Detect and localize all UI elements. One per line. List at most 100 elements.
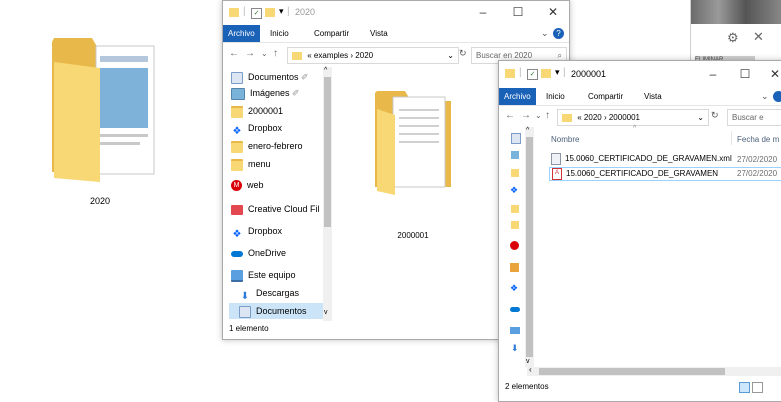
new-folder-icon[interactable] xyxy=(265,8,275,17)
tab-inicio[interactable]: Inicio xyxy=(265,25,294,42)
nav-item-imagenes[interactable]: Imágenes ✐ xyxy=(231,85,300,101)
back-arrow-icon[interactable]: ← xyxy=(505,110,515,121)
creative-cloud-icon[interactable] xyxy=(510,263,519,272)
refresh-icon[interactable]: ↻ xyxy=(459,48,467,59)
nav-item-este-equipo[interactable]: Este equipo xyxy=(231,267,296,283)
nav-item-onedrive[interactable]: OneDrive xyxy=(231,245,286,261)
folder-icon xyxy=(229,8,239,17)
back-arrow-icon[interactable]: ← xyxy=(229,48,239,59)
tab-inicio[interactable]: Inicio xyxy=(541,88,570,105)
address-bar[interactable]: « 2020 › 2000001 ⌄ xyxy=(557,109,709,126)
desktop-folder-2020[interactable]: 2020 xyxy=(40,22,160,222)
quick-access-dropdown-icon[interactable]: ▾ xyxy=(279,6,284,17)
dropbox-icon[interactable]: ❖ xyxy=(510,283,518,294)
nav-item-documentos-pc[interactable]: Documentos xyxy=(229,303,325,319)
tab-compartir[interactable]: Compartir xyxy=(309,25,354,42)
nav-item-documentos[interactable]: Documentos ✐ xyxy=(231,69,309,85)
title-bar[interactable]: | ✓ ▾ | 2020 – ☐ ✕ xyxy=(223,1,569,27)
properties-icon[interactable]: ✓ xyxy=(527,69,538,80)
forward-arrow-icon[interactable]: → xyxy=(521,110,531,121)
folder-icon[interactable] xyxy=(511,221,519,229)
breadcrumb-2020[interactable]: 2020 xyxy=(355,51,373,60)
address-overflow[interactable]: « xyxy=(577,113,581,122)
tab-vista[interactable]: Vista xyxy=(639,88,667,105)
scrollbar-thumb[interactable] xyxy=(526,137,533,357)
tab-archivo[interactable]: Archivo xyxy=(499,88,536,105)
maximize-icon[interactable]: ☐ xyxy=(735,67,755,81)
column-header-name[interactable]: Nombre xyxy=(551,135,579,144)
scroll-up-icon[interactable]: ^ xyxy=(526,127,529,134)
nav-item-menu[interactable]: menu xyxy=(231,156,271,172)
document-icon[interactable] xyxy=(511,133,521,144)
scrollbar-thumb[interactable] xyxy=(539,368,725,375)
breadcrumb-examples[interactable]: examples xyxy=(314,51,348,60)
nav-item-enero-febrero[interactable]: enero-febrero xyxy=(231,138,303,154)
computer-icon[interactable] xyxy=(510,327,520,334)
forward-arrow-icon[interactable]: → xyxy=(245,48,255,59)
breadcrumb-2020[interactable]: 2020 xyxy=(584,113,602,122)
scroll-left-icon[interactable]: ‹ xyxy=(529,365,532,374)
pin-icon[interactable]: ✐ xyxy=(301,72,309,82)
maximize-icon[interactable]: ☐ xyxy=(508,5,528,19)
scroll-down-icon[interactable]: v xyxy=(324,309,328,316)
file-row-xml[interactable]: 15.0060_CERTIFICADO_DE_GRAVAMEN.xml xyxy=(551,153,732,165)
navigation-pane: Documentos ✐ Imágenes ✐ 2000001 ❖ Dropbox… xyxy=(223,67,333,321)
horizontal-scrollbar[interactable]: ‹ xyxy=(527,365,781,376)
column-divider[interactable] xyxy=(731,131,732,145)
close-icon[interactable]: ✕ xyxy=(543,5,563,19)
nav-item-web[interactable]: Mweb xyxy=(231,177,264,193)
properties-icon[interactable]: ✓ xyxy=(251,8,262,19)
folder-icon[interactable] xyxy=(511,169,519,177)
pictures-icon[interactable] xyxy=(511,151,519,159)
new-folder-icon[interactable] xyxy=(541,69,551,78)
tab-compartir[interactable]: Compartir xyxy=(583,88,628,105)
recent-dropdown-icon[interactable]: ⌄ xyxy=(535,111,542,120)
navigation-scrollbar[interactable]: ^ v xyxy=(323,67,332,321)
breadcrumb-2000001[interactable]: 2000001 xyxy=(609,113,640,122)
close-icon[interactable]: ✕ xyxy=(753,29,764,45)
folder-icon[interactable] xyxy=(511,205,519,213)
address-dropdown-icon[interactable]: ⌄ xyxy=(447,48,454,63)
chevron-down-icon[interactable]: ⌄ xyxy=(541,28,549,39)
scroll-up-icon[interactable]: ^ xyxy=(324,67,327,74)
nav-item-creative-cloud[interactable]: Creative Cloud Fil xyxy=(231,201,320,217)
tab-vista[interactable]: Vista xyxy=(365,25,393,42)
scroll-down-icon[interactable]: v xyxy=(526,358,530,365)
refresh-icon[interactable]: ↻ xyxy=(711,110,719,121)
folder-2000001[interactable]: 2000001 xyxy=(363,87,463,240)
navigation-scrollbar[interactable]: ^ v xyxy=(525,127,534,367)
help-icon[interactable] xyxy=(773,91,781,102)
download-icon[interactable]: ⬇ xyxy=(511,343,519,354)
scrollbar-thumb[interactable] xyxy=(324,77,331,227)
dropbox-icon[interactable]: ❖ xyxy=(510,185,518,196)
help-icon[interactable]: ? xyxy=(553,28,564,39)
explorer-window-2000001[interactable]: | ✓ ▾ | 2000001 – ☐ ✕ Archivo Inicio Com… xyxy=(498,60,781,402)
onedrive-icon[interactable] xyxy=(510,307,520,312)
search-box[interactable]: Buscar e xyxy=(727,109,781,126)
column-header-date[interactable]: Fecha de m xyxy=(737,135,779,144)
document-icon xyxy=(239,305,251,318)
up-arrow-icon[interactable]: ↑ xyxy=(545,110,550,121)
gear-icon[interactable]: ⚙ xyxy=(727,30,739,46)
nav-item-2000001[interactable]: 2000001 xyxy=(231,103,283,119)
mega-icon[interactable] xyxy=(510,241,519,250)
address-overflow[interactable]: « xyxy=(307,51,311,60)
pin-icon[interactable]: ✐ xyxy=(292,88,300,98)
close-icon[interactable]: ✕ xyxy=(765,67,781,81)
chevron-down-icon[interactable]: ⌄ xyxy=(761,91,769,102)
nav-item-dropbox[interactable]: ❖ Dropbox xyxy=(231,223,283,240)
up-arrow-icon[interactable]: ↑ xyxy=(273,48,278,59)
dropbox-icon: ❖ xyxy=(232,125,242,137)
minimize-icon[interactable]: – xyxy=(473,5,493,19)
recent-dropdown-icon[interactable]: ⌄ xyxy=(261,49,268,58)
address-bar[interactable]: « examples › 2020 ⌄ xyxy=(287,47,459,64)
tab-archivo[interactable]: Archivo xyxy=(223,25,260,42)
quick-access-dropdown-icon[interactable]: ▾ xyxy=(555,67,560,78)
address-dropdown-icon[interactable]: ⌄ xyxy=(697,110,704,125)
minimize-icon[interactable]: – xyxy=(703,67,723,81)
nav-item-dropbox-quick[interactable]: ❖ Dropbox xyxy=(231,120,283,137)
nav-item-descargas[interactable]: ⬇ Descargas xyxy=(239,285,299,302)
large-icons-view-icon[interactable] xyxy=(752,382,763,393)
title-bar[interactable]: | ✓ ▾ | 2000001 – ☐ ✕ xyxy=(499,61,781,87)
details-view-icon[interactable] xyxy=(739,382,750,393)
